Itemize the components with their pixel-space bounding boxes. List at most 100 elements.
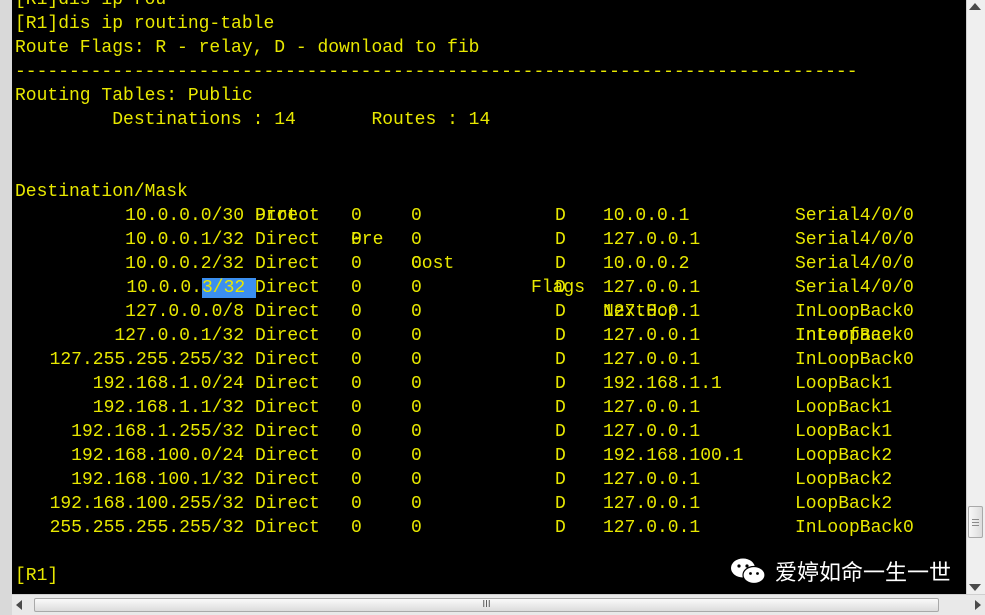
cell-destination: 255.255.255.255/32 xyxy=(49,518,244,538)
cell-pre: 0 xyxy=(351,374,362,394)
cell-nexthop: 127.0.0.1 xyxy=(603,470,701,490)
scroll-left-arrow-icon[interactable] xyxy=(16,600,22,610)
table-header: Destination/Mask Proto Pre Cost Flags Ne… xyxy=(15,156,892,346)
cell-destination: 10.0.0.3/32 xyxy=(126,276,256,300)
cell-cost: 0 xyxy=(411,494,422,514)
cell-flags: D xyxy=(555,278,566,298)
cell-destination: 192.168.1.255/32 xyxy=(71,422,244,442)
cell-destination: 127.255.255.255/32 xyxy=(49,350,244,370)
cell-proto: Direct xyxy=(255,494,320,514)
watermark-text: 爱婷如命一生一世 xyxy=(774,561,951,586)
vertical-scrollbar[interactable] xyxy=(966,0,985,594)
cell-nexthop: 127.0.0.1 xyxy=(603,398,701,418)
cell-nexthop: 127.0.0.1 xyxy=(603,350,701,370)
cell-cost: 0 xyxy=(411,350,422,370)
table-row: 10.0.0.0/30 Direct 0 0 D 10.0.0.1 Serial4/0/0 xyxy=(15,204,967,228)
cell-flags: D xyxy=(555,518,566,538)
cell-nexthop: 127.0.0.1 xyxy=(603,230,701,250)
cell-interface: Serial4/0/0 xyxy=(795,206,914,226)
cell-nexthop: 192.168.100.1 xyxy=(603,446,744,466)
cell-destination: 192.168.100.0/24 xyxy=(71,446,244,466)
cell-nexthop: 127.0.0.1 xyxy=(603,494,701,514)
terminal-window: [R1]dis ip rou [R1]dis ip routing-table … xyxy=(0,0,985,615)
cell-proto: Direct xyxy=(255,302,320,322)
cell-nexthop: 127.0.0.1 xyxy=(603,302,701,322)
cell-cost: 0 xyxy=(411,302,422,322)
cell-pre: 0 xyxy=(351,350,362,370)
watermark: 爱婷如命一生一世 xyxy=(729,555,951,587)
text-selection[interactable]: 3/32 xyxy=(201,278,256,298)
cell-cost: 0 xyxy=(411,518,422,538)
cell-interface: LoopBack2 xyxy=(795,470,893,490)
table-row: 192.168.100.1/32 Direct 0 0 D 127.0.0.1 LoopBa… xyxy=(15,468,967,492)
cell-destination: 127.0.0.0/8 xyxy=(125,302,244,322)
cell-flags: D xyxy=(555,446,566,466)
cell-interface: LoopBack2 xyxy=(795,446,893,466)
cell-interface: InLoopBack0 xyxy=(795,350,914,370)
cell-destination: 192.168.1.1/32 xyxy=(92,398,244,418)
terminal-line: Destinations : 14 Routes : 14 xyxy=(15,110,491,130)
cell-destination: 192.168.100.1/32 xyxy=(71,470,244,490)
cell-destination: 10.0.0.2/32 xyxy=(125,254,244,274)
cell-nexthop: 127.0.0.1 xyxy=(603,422,701,442)
table-row: 192.168.100.0/24 Direct 0 0 D 192.168.100.1 Lo… xyxy=(15,444,967,468)
cell-pre: 0 xyxy=(351,326,362,346)
cell-flags: D xyxy=(555,494,566,514)
cell-interface: Serial4/0/0 xyxy=(795,230,914,250)
cell-flags: D xyxy=(555,254,566,274)
cell-cost: 0 xyxy=(411,230,422,250)
table-row: 192.168.100.255/32 Direct 0 0 D 127.0.0.1 Loop… xyxy=(15,492,967,516)
cell-proto: Direct xyxy=(255,254,320,274)
cell-interface: LoopBack1 xyxy=(795,374,893,394)
cell-proto: Direct xyxy=(255,518,320,538)
scroll-right-arrow-icon[interactable] xyxy=(975,600,981,610)
cell-cost: 0 xyxy=(411,446,422,466)
cell-nexthop: 192.168.1.1 xyxy=(603,374,722,394)
cell-cost: 0 xyxy=(411,374,422,394)
cell-interface: InLoopBack0 xyxy=(795,518,914,538)
cell-cost: 0 xyxy=(411,254,422,274)
grip-line xyxy=(972,522,979,523)
vertical-scroll-thumb[interactable] xyxy=(968,506,983,538)
col-destination: Destination/Mask xyxy=(15,182,188,202)
cell-nexthop: 127.0.0.1 xyxy=(603,518,701,538)
scroll-up-arrow-icon[interactable] xyxy=(969,3,981,10)
table-row: 255.255.255.255/32 Direct 0 0 D 127.0.0.1 InLo… xyxy=(15,516,967,540)
cell-pre: 0 xyxy=(351,422,362,442)
cell-pre: 0 xyxy=(351,470,362,490)
cell-interface: Serial4/0/0 xyxy=(795,278,914,298)
cell-cost: 0 xyxy=(411,470,422,490)
horizontal-scrollbar[interactable]: III xyxy=(12,594,985,615)
table-row: 10.0.0.2/32 Direct 0 0 D 10.0.0.2 Serial4/0/0 xyxy=(15,252,967,276)
cell-destination: 192.168.1.0/24 xyxy=(92,374,244,394)
scroll-down-arrow-icon[interactable] xyxy=(969,584,981,591)
cell-flags: D xyxy=(555,350,566,370)
terminal-line: [R1]dis ip routing-table xyxy=(15,14,275,34)
cell-nexthop: 127.0.0.1 xyxy=(603,326,701,346)
terminal-line: [R1]dis ip rou xyxy=(15,0,167,10)
table-row: 192.168.1.0/24 Direct 0 0 D 192.168.1.1 LoopBa… xyxy=(15,372,967,396)
cell-pre: 0 xyxy=(351,206,362,226)
wechat-icon xyxy=(730,558,766,585)
cell-proto: Direct xyxy=(255,422,320,442)
cell-proto: Direct xyxy=(255,446,320,466)
cell-nexthop: 10.0.0.2 xyxy=(603,254,690,274)
cell-proto: Direct xyxy=(255,470,320,490)
terminal-line: Route Flags: R - relay, D - download to … xyxy=(15,38,480,58)
horizontal-scroll-thumb[interactable]: III xyxy=(34,598,939,612)
cell-interface: InLoopBack0 xyxy=(795,302,914,322)
cell-cost: 0 xyxy=(411,278,422,298)
cell-pre: 0 xyxy=(351,518,362,538)
terminal-prompt[interactable]: [R1] xyxy=(15,564,58,588)
table-row: 10.0.0.1/32 Direct 0 0 D 127.0.0.1 Serial4/0/0 xyxy=(15,228,967,252)
cell-nexthop: 10.0.0.1 xyxy=(603,206,690,226)
terminal-output[interactable]: [R1]dis ip rou [R1]dis ip routing-table … xyxy=(12,0,967,594)
cell-nexthop: 127.0.0.1 xyxy=(603,278,701,298)
grip-line xyxy=(972,519,979,520)
terminal-separator: ----------------------------------------… xyxy=(15,62,858,82)
cell-interface: LoopBack1 xyxy=(795,398,893,418)
cell-flags: D xyxy=(555,470,566,490)
cell-destination: 127.0.0.1/32 xyxy=(114,326,244,346)
cell-proto: Direct xyxy=(255,374,320,394)
cell-pre: 0 xyxy=(351,446,362,466)
